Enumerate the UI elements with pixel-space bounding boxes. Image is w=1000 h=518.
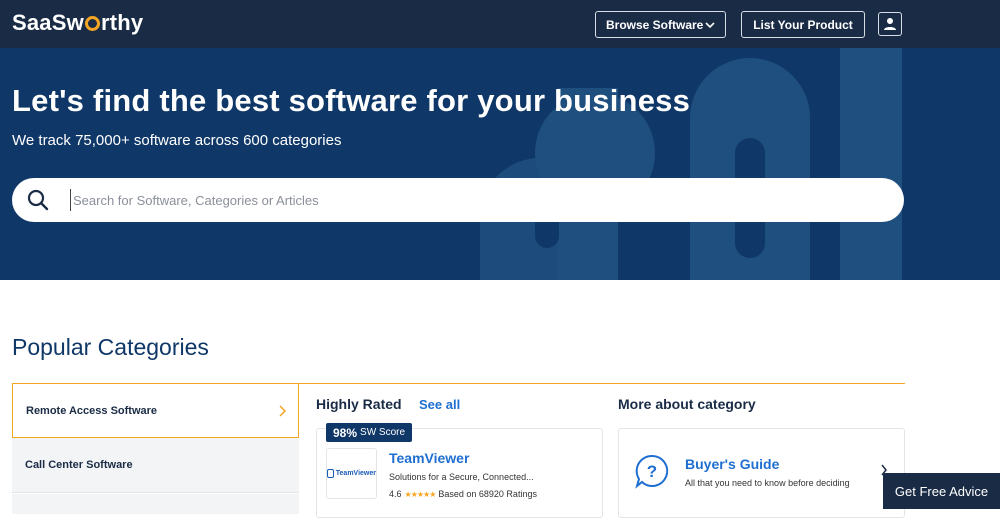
list-your-product-label: List Your Product	[753, 17, 853, 32]
get-free-advice-button[interactable]: Get Free Advice	[883, 473, 1000, 509]
ratings-count: Based on 68920 Ratings	[438, 489, 537, 499]
star-rating-icon: ★★★★★	[404, 489, 437, 499]
sw-score-badge: 98% SW Score	[326, 423, 413, 442]
category-item-next[interactable]	[12, 494, 299, 514]
logo-text-start: SaaSw	[12, 10, 84, 35]
search-icon[interactable]	[26, 188, 50, 212]
hero-banner: Let's find the best software for your bu…	[0, 48, 1000, 280]
sw-score-label: SW Score	[360, 427, 406, 438]
popular-categories-heading: Popular Categories	[12, 334, 209, 360]
product-rating: 4.6 ★★★★★ Based on 68920 Ratings	[389, 489, 537, 499]
product-name-link[interactable]: TeamViewer	[389, 450, 469, 466]
question-bubble-icon: ?	[635, 454, 669, 489]
category-label: Call Center Software	[25, 459, 133, 471]
category-item-call-center[interactable]: Call Center Software	[12, 438, 299, 493]
category-label: Remote Access Software	[26, 405, 158, 417]
highly-rated-heading: Highly Rated	[316, 396, 402, 412]
sw-score-value: 98%	[333, 425, 358, 440]
logo-ring-icon	[84, 16, 100, 31]
chevron-right-icon	[279, 405, 287, 417]
chevron-down-icon	[705, 22, 715, 29]
see-all-link[interactable]: See all	[419, 397, 460, 412]
user-icon	[884, 18, 896, 30]
hero-title: Let's find the best software for your bu…	[12, 83, 691, 118]
logo-text-end: rthy	[100, 10, 144, 35]
teamviewer-logo-icon	[327, 469, 334, 478]
browse-software-button[interactable]: Browse Software	[595, 11, 726, 38]
rating-value: 4.6	[389, 489, 402, 499]
list-your-product-button[interactable]: List Your Product	[741, 11, 865, 38]
category-item-remote-access[interactable]: Remote Access Software	[12, 383, 299, 438]
teamviewer-logo-text: TeamViewer	[335, 470, 376, 477]
search-bar	[12, 178, 904, 222]
hero-subtitle: We track 75,000+ software across 600 cat…	[12, 132, 342, 149]
top-navbar: SaaSw rthy Browse Software List Your Prod…	[0, 0, 1000, 48]
product-description: Solutions for a Secure, Connected...	[389, 472, 534, 482]
saasworthy-logo[interactable]: SaaSw rthy	[12, 10, 143, 36]
browse-software-label: Browse Software	[606, 17, 704, 32]
more-about-category-heading: More about category	[618, 396, 756, 412]
search-input[interactable]	[70, 189, 870, 211]
teamviewer-logo[interactable]: TeamViewer	[326, 448, 377, 499]
buyers-guide-title[interactable]: Buyer's Guide	[685, 456, 779, 472]
user-account-button[interactable]	[878, 12, 902, 36]
section-divider	[298, 383, 905, 384]
buyers-guide-description: All that you need to know before decidin…	[685, 478, 850, 488]
svg-text:?: ?	[647, 462, 657, 481]
